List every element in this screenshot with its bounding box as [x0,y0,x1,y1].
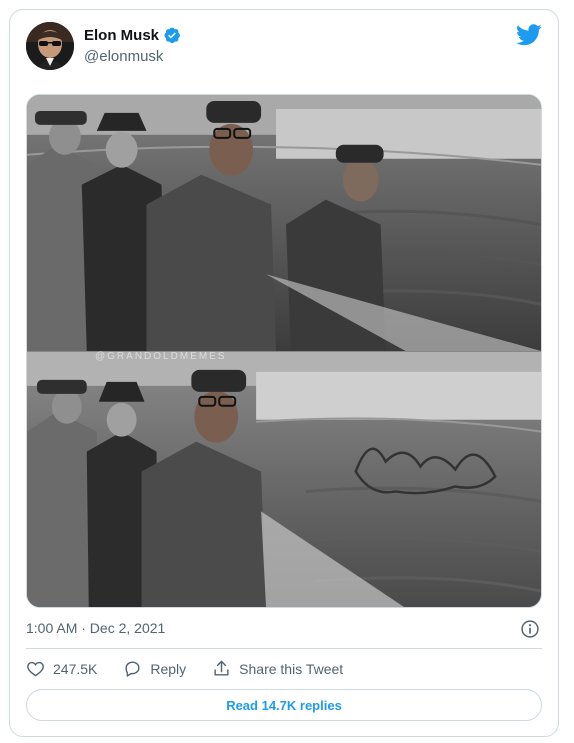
tweet-actions: 247.5K Reply Share this Tweet [26,659,369,678]
author-avatar[interactable] [26,22,74,70]
reply-label: Reply [150,660,187,677]
author-handle[interactable]: @elonmusk [84,48,163,65]
author-name-row: Elon Musk [84,26,181,44]
tweet-media-image[interactable]: @GRANDOLDMEMES [26,94,542,608]
reply-button[interactable]: Reply [123,659,186,678]
divider [26,648,542,649]
photo-bottom [27,352,541,607]
media-watermark: @GRANDOLDMEMES [95,351,227,362]
author-name[interactable]: Elon Musk [84,27,159,44]
reply-icon [125,661,140,677]
share-icon [214,660,229,676]
photo-top [27,95,541,351]
share-button[interactable]: Share this Tweet [212,659,343,678]
share-label: Share this Tweet [239,660,344,677]
verified-badge-icon [164,27,180,44]
heart-icon [27,661,44,677]
tweet-timestamp[interactable]: 1:00 AM · Dec 2, 2021 [26,620,165,636]
twitter-bird-icon[interactable] [516,24,542,46]
info-icon[interactable] [520,619,540,639]
read-replies-button[interactable]: Read 14.7K replies [26,689,542,721]
like-count: 247.5K [53,660,98,677]
like-button[interactable]: 247.5K [26,659,97,678]
tweet-card: Elon Musk @elonmusk @GRANDOLDMEMES 1:00 … [9,9,559,737]
